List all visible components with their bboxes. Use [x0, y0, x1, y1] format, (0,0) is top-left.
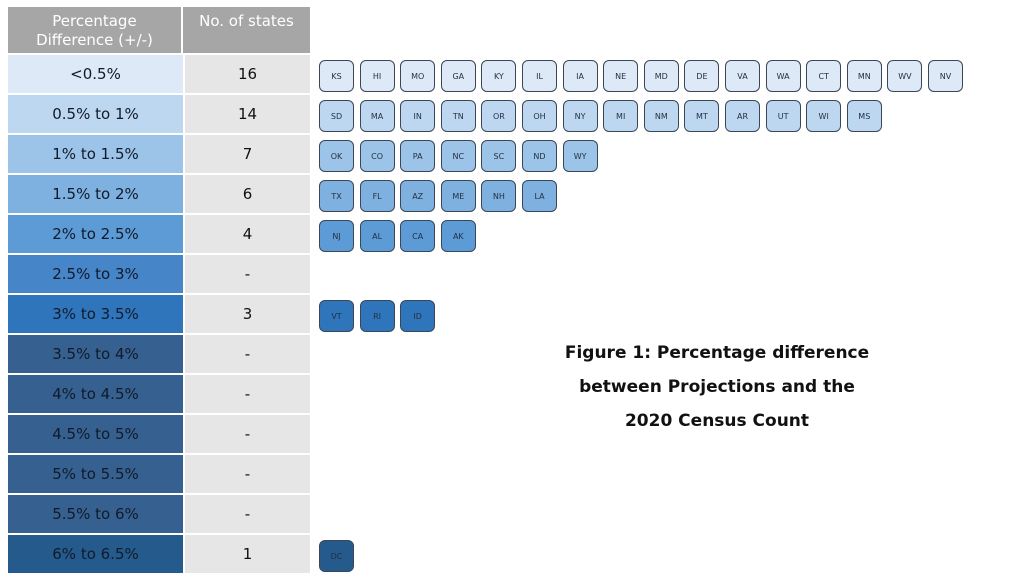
- state-tile: ID: [400, 300, 436, 332]
- state-tile: OR: [481, 100, 517, 132]
- percentage-difference-table: Percentage Difference (+/-) No. of state…: [8, 7, 310, 573]
- state-tile: IA: [562, 60, 598, 92]
- state-tile: OK: [319, 140, 354, 172]
- state-tile: AR: [725, 100, 760, 132]
- state-tile: NV: [928, 60, 963, 92]
- state-tile: SC: [481, 140, 517, 172]
- state-tile: CA: [400, 220, 436, 252]
- state-tile: DC: [319, 540, 354, 572]
- state-tile: KY: [481, 60, 517, 92]
- table-row: 1.5% to 2% 6: [8, 175, 310, 213]
- state-tile: NE: [603, 60, 639, 92]
- count-cell: 4: [185, 215, 310, 253]
- table-row: 2.5% to 3% -: [8, 255, 310, 293]
- count-cell: -: [185, 335, 310, 373]
- table-row: 5.5% to 6% -: [8, 495, 310, 533]
- range-cell: 2.5% to 3%: [8, 255, 185, 293]
- state-tile: AL: [359, 220, 395, 252]
- range-cell: 4% to 4.5%: [8, 375, 185, 413]
- range-cell: <0.5%: [8, 55, 185, 93]
- state-tile: GA: [440, 60, 476, 92]
- table-body: <0.5% 16 0.5% to 1% 14 1% to 1.5% 7 1.5% to 2%…: [8, 55, 310, 573]
- state-tile: HI: [359, 60, 395, 92]
- count-cell: 16: [185, 55, 310, 93]
- count-cell: -: [185, 375, 310, 413]
- state-tile: CO: [359, 140, 395, 172]
- range-cell: 1.5% to 2%: [8, 175, 185, 213]
- state-tile: LA: [522, 180, 557, 212]
- table-row: 1% to 1.5% 7: [8, 135, 310, 173]
- range-cell: 3.5% to 4%: [8, 335, 185, 373]
- range-cell: 3% to 3.5%: [8, 295, 185, 333]
- table-row: 3% to 3.5% 3: [8, 295, 310, 333]
- state-tile: CT: [806, 60, 842, 92]
- state-tile: FL: [359, 180, 395, 212]
- table-row: 3.5% to 4% -: [8, 335, 310, 373]
- state-tile: WV: [887, 60, 923, 92]
- table-header: Percentage Difference (+/-) No. of state…: [8, 7, 310, 53]
- state-tile: AK: [440, 220, 476, 252]
- figure-caption: Figure 1: Percentage difference between …: [564, 343, 870, 431]
- state-tile: NC: [440, 140, 476, 172]
- header-no-of-states: No. of states: [199, 12, 294, 30]
- state-tile: MA: [359, 100, 395, 132]
- state-tile: IN: [400, 100, 436, 132]
- count-cell: 14: [185, 95, 310, 133]
- state-tile: WY: [562, 140, 598, 172]
- range-cell: 5.5% to 6%: [8, 495, 185, 533]
- state-tile: KS: [319, 60, 354, 92]
- state-tile: NM: [643, 100, 679, 132]
- state-tile: MT: [684, 100, 720, 132]
- state-tile: PA: [400, 140, 436, 172]
- range-cell: 5% to 5.5%: [8, 455, 185, 493]
- state-tile: MN: [846, 60, 882, 92]
- count-cell: 3: [185, 295, 310, 333]
- state-tile: WA: [765, 60, 801, 92]
- range-cell: 2% to 2.5%: [8, 215, 185, 253]
- state-tile: SD: [319, 100, 354, 132]
- range-cell: 1% to 1.5%: [8, 135, 185, 173]
- table-row: 4.5% to 5% -: [8, 415, 310, 453]
- state-tile: VA: [725, 60, 760, 92]
- table-row: 4% to 4.5% -: [8, 375, 310, 413]
- count-cell: 7: [185, 135, 310, 173]
- table-row: 6% to 6.5% 1: [8, 535, 310, 573]
- table-row: <0.5% 16: [8, 55, 310, 93]
- state-tile: NY: [562, 100, 598, 132]
- count-cell: -: [185, 495, 310, 533]
- table-row: 2% to 2.5% 4: [8, 215, 310, 253]
- state-tile: UT: [765, 100, 801, 132]
- state-tile: WI: [806, 100, 842, 132]
- state-tile: ME: [440, 180, 476, 212]
- state-tile: MS: [846, 100, 882, 132]
- count-cell: 1: [185, 535, 310, 573]
- state-tile: TX: [319, 180, 354, 212]
- table-row: 5% to 5.5% -: [8, 455, 310, 493]
- state-tile: MO: [400, 60, 436, 92]
- count-cell: -: [185, 455, 310, 493]
- state-tile: TN: [440, 100, 476, 132]
- range-cell: 4.5% to 5%: [8, 415, 185, 453]
- state-tile: VT: [319, 300, 354, 332]
- state-tile: MI: [603, 100, 639, 132]
- state-tile: DE: [684, 60, 720, 92]
- state-tile: RI: [359, 300, 395, 332]
- header-percentage-difference: Percentage Difference (+/-): [8, 7, 183, 53]
- table-row: 0.5% to 1% 14: [8, 95, 310, 133]
- range-cell: 0.5% to 1%: [8, 95, 185, 133]
- range-cell: 6% to 6.5%: [8, 535, 185, 573]
- state-tile: IL: [522, 60, 557, 92]
- state-tile: OH: [522, 100, 557, 132]
- state-tile: NH: [481, 180, 517, 212]
- state-tile: ND: [522, 140, 557, 172]
- count-cell: -: [185, 255, 310, 293]
- state-tile: MD: [643, 60, 679, 92]
- state-tile: AZ: [400, 180, 436, 212]
- count-cell: 6: [185, 175, 310, 213]
- state-tile: NJ: [319, 220, 354, 252]
- count-cell: -: [185, 415, 310, 453]
